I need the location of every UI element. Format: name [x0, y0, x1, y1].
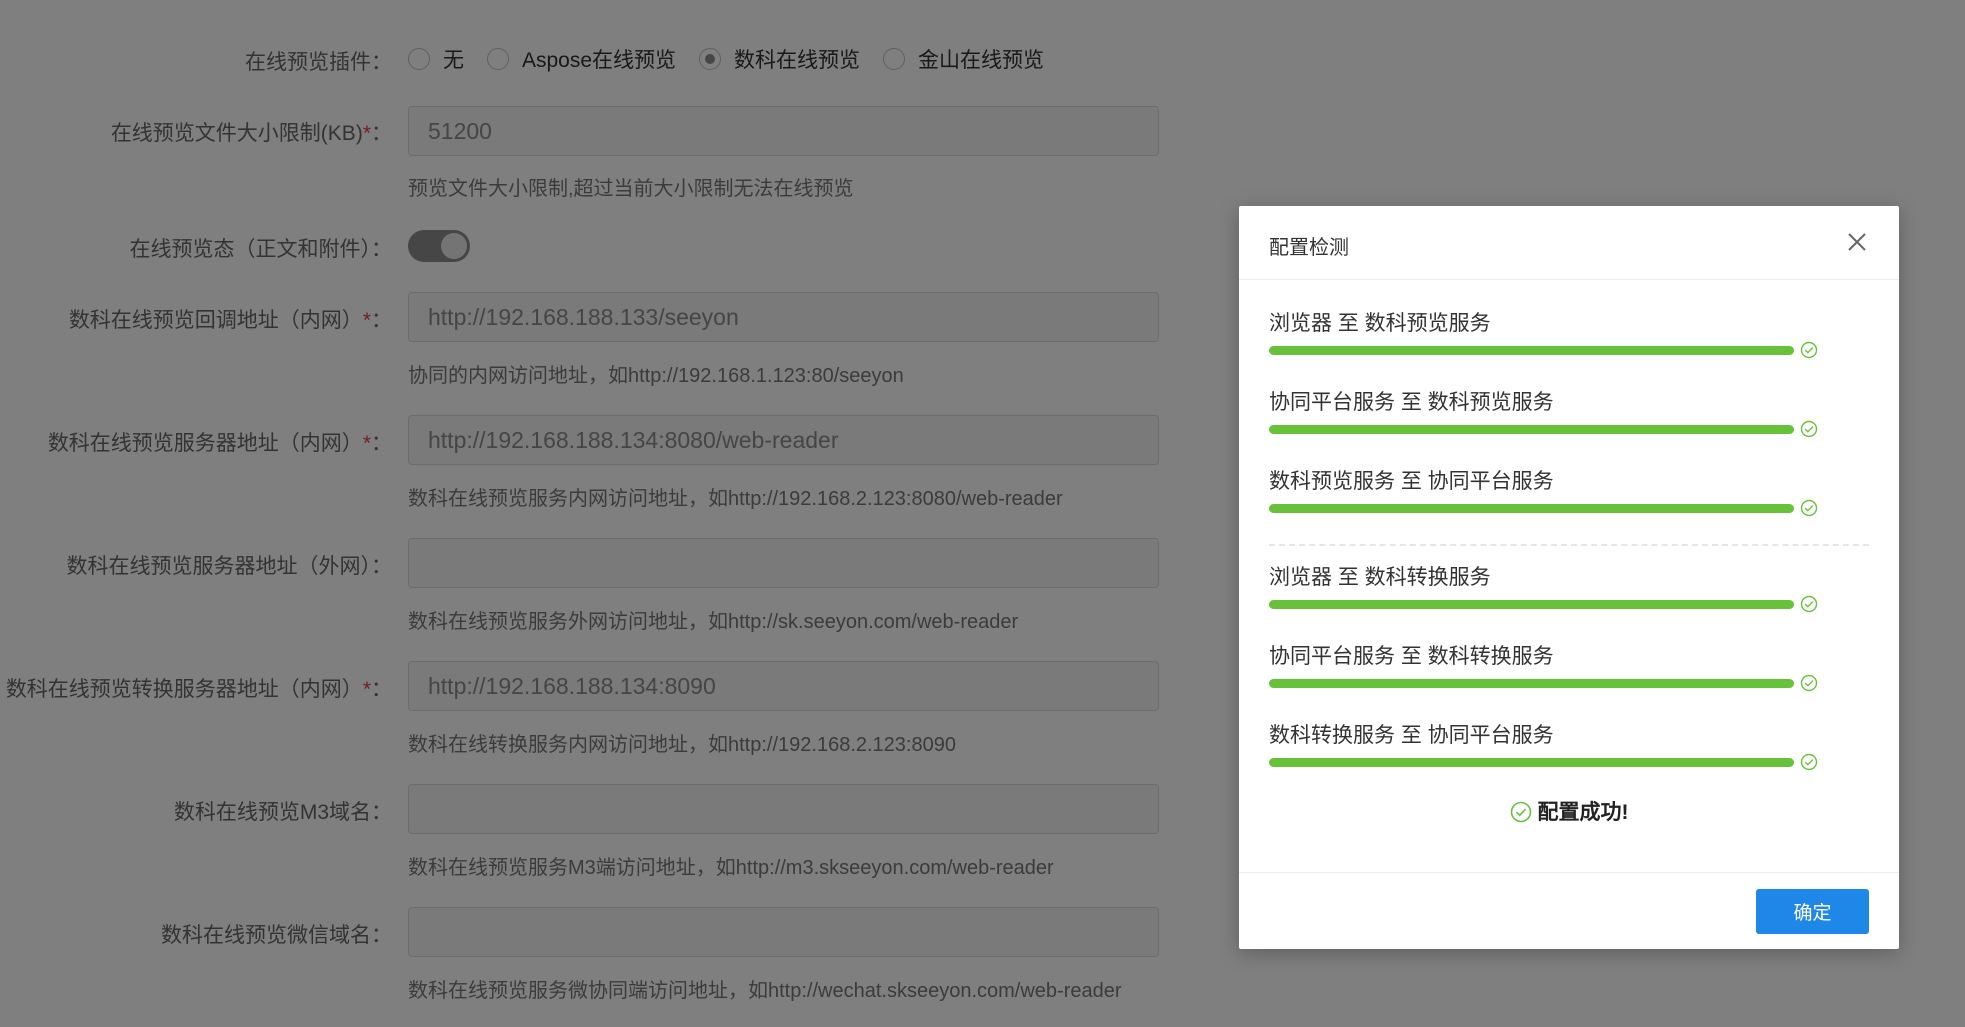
check-circle-icon — [1510, 801, 1531, 823]
progress-bar-fill — [1269, 346, 1794, 355]
dialog-footer: 确定 — [1239, 872, 1899, 950]
check-item-label: 浏览器 至 数科转换服务 — [1269, 566, 1491, 589]
dialog-title: 配置检测 — [1269, 237, 1349, 259]
dialog-header: 配置检测 — [1239, 206, 1899, 280]
check-circle-icon — [1800, 595, 1818, 613]
check-item-label: 数科转换服务 至 协同平台服务 — [1269, 724, 1554, 747]
check-item: 浏览器 至 数科预览服务 — [1269, 307, 1829, 359]
group-divider — [1269, 544, 1869, 546]
check-circle-icon — [1800, 420, 1818, 438]
check-circle-icon — [1800, 341, 1818, 359]
progress-bar — [1269, 425, 1794, 434]
progress-bar-fill — [1269, 679, 1794, 688]
check-item-label: 协同平台服务 至 数科预览服务 — [1269, 391, 1554, 414]
progress-bar-fill — [1269, 758, 1794, 767]
check-item: 数科转换服务 至 协同平台服务 — [1269, 719, 1829, 771]
check-item: 数科预览服务 至 协同平台服务 — [1269, 465, 1829, 517]
progress-bar-fill — [1269, 425, 1794, 434]
progress-bar — [1269, 600, 1794, 609]
progress-bar-fill — [1269, 504, 1794, 513]
config-check-dialog: 配置检测 浏览器 至 数科预览服务协同平台服务 至 数科预览服务 数科预览服务 至… — [1239, 206, 1899, 949]
close-icon[interactable] — [1845, 230, 1869, 254]
progress-bar — [1269, 758, 1794, 767]
success-text: 配置成功! — [1537, 801, 1629, 824]
check-circle-icon — [1800, 499, 1818, 517]
check-circle-icon — [1800, 753, 1818, 771]
check-item-label: 数科预览服务 至 协同平台服务 — [1269, 470, 1554, 493]
check-item-label: 协同平台服务 至 数科转换服务 — [1269, 645, 1554, 668]
progress-bar-fill — [1269, 600, 1794, 609]
check-item: 浏览器 至 数科转换服务 — [1269, 561, 1829, 613]
progress-bar — [1269, 679, 1794, 688]
confirm-button[interactable]: 确定 — [1756, 889, 1869, 934]
success-message: 配置成功! — [1239, 796, 1899, 826]
check-circle-icon — [1800, 674, 1818, 692]
progress-bar — [1269, 504, 1794, 513]
check-item-label: 浏览器 至 数科预览服务 — [1269, 312, 1491, 335]
check-item: 协同平台服务 至 数科转换服务 — [1269, 640, 1829, 692]
progress-bar — [1269, 346, 1794, 355]
check-item: 协同平台服务 至 数科预览服务 — [1269, 386, 1829, 438]
